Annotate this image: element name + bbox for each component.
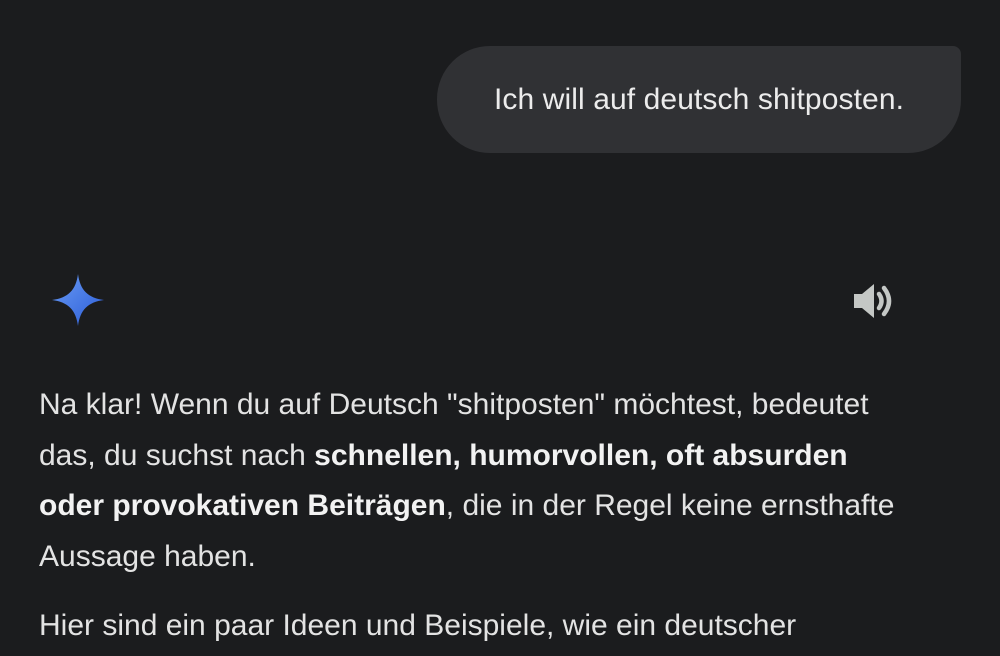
response-line: Na klar! Wenn du auf Deutsch "shitposten… [39,388,869,421]
user-message-bubble: Ich will auf deutsch shitposten. [437,46,961,153]
assistant-response: Na klar! Wenn du auf Deutsch "shitposten… [39,380,979,652]
response-line: Aussage haben. [39,539,256,573]
chat-screen: Ich will auf deutsch shitposten. Na klar… [0,0,1000,656]
gemini-sparkle-icon [50,272,106,328]
response-paragraph: Hier sind ein paar Ideen und Beispiele, … [39,601,979,652]
user-message-text: Ich will auf deutsch shitposten. [493,82,905,116]
volume-icon [854,284,892,318]
response-bold-text: oder provokativen Beiträgen [39,489,446,522]
response-bold-text: schnellen, humorvollen, oft absurden [314,438,848,472]
response-line: Hier sind ein paar Ideen und Beispiele, … [39,609,797,642]
response-text: das, du suchst nach [39,438,315,472]
response-paragraph: Na klar! Wenn du auf Deutsch "shitposten… [39,380,979,582]
response-text: , die in der Regel keine ernsthafte [445,489,895,522]
read-aloud-button[interactable] [844,276,900,326]
